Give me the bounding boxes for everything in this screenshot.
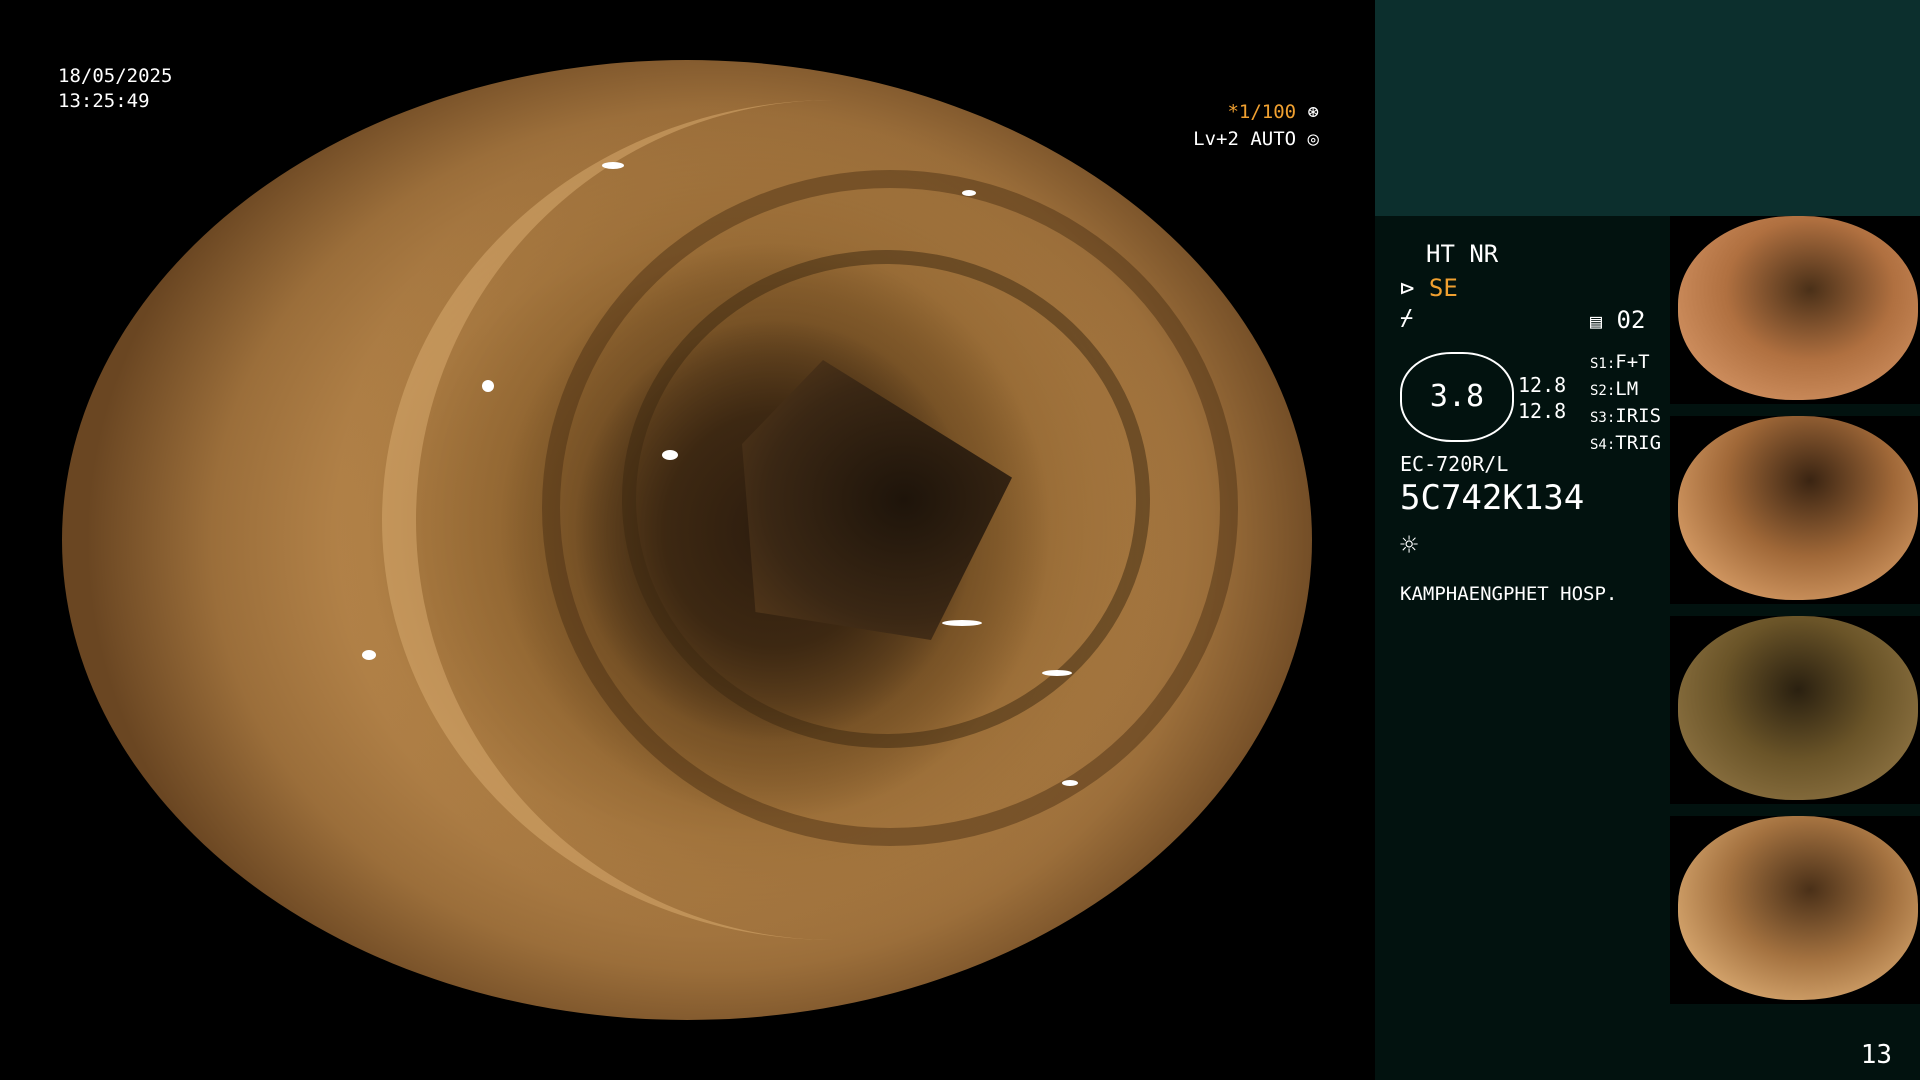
endoscope-image — [62, 60, 1312, 1020]
thumbnail[interactable] — [1670, 416, 1920, 604]
se-label: ⊳ SE — [1400, 274, 1458, 302]
sidebar-header-area — [1375, 0, 1920, 216]
time-text: 13:25:49 — [58, 90, 150, 112]
light-reflection — [482, 380, 494, 392]
scope-value-badge: 3.8 — [1400, 352, 1514, 442]
scope-serial: 5C742K134 — [1400, 478, 1585, 518]
thumbnail[interactable] — [1670, 616, 1920, 804]
auto-icon: ◎ — [1307, 128, 1319, 150]
exposure-info: *1/100 ⊛ Lv+2 AUTO ◎ — [1193, 99, 1319, 153]
light-reflection — [1062, 780, 1078, 786]
switch-list: S1:F+T S2:LM S3:IRIS S4:TRIG — [1590, 350, 1661, 458]
light-reflection — [662, 450, 678, 460]
brightness-level: Lv+2 AUTO — [1193, 128, 1297, 150]
switch-item: S4:TRIG — [1590, 432, 1662, 454]
thumbnail[interactable] — [1670, 816, 1920, 1004]
freeze-icon: ⌿ — [1400, 306, 1414, 331]
scope-model: EC-720R/L — [1400, 452, 1509, 476]
page-number: 13 — [1860, 1040, 1892, 1070]
thumbnail-strip — [1670, 216, 1920, 1016]
date-text: 18/05/2025 — [58, 65, 173, 87]
date-time: 18/05/2025 13:25:49 — [58, 64, 172, 114]
thumbnail[interactable] — [1670, 216, 1920, 404]
memory-icon: ▤ — [1590, 309, 1603, 333]
ht-nr-label: HT NR — [1426, 240, 1499, 268]
light-reflection — [962, 190, 976, 196]
shutter-speed: *1/100 — [1227, 101, 1297, 123]
hospital-name: KAMPHAENGPHET HOSP. — [1400, 583, 1618, 605]
switch-item: S2:LM — [1590, 378, 1639, 400]
scope-tip-icon: ⊳ — [1400, 274, 1415, 302]
memory-indicator: ▤ 02 — [1590, 306, 1646, 334]
endoscopy-main-view: 18/05/2025 13:25:49 *1/100 ⊛ Lv+2 AUTO ◎ — [0, 0, 1375, 1080]
light-reflection — [1042, 670, 1072, 676]
switch-item: S3:IRIS — [1590, 405, 1662, 427]
light-reflection — [242, 920, 260, 930]
param-values: 12.8 12.8 — [1518, 372, 1566, 424]
aperture-icon: ⊛ — [1307, 101, 1319, 123]
switch-item: S1:F+T — [1590, 351, 1650, 373]
light-icon: ☼ — [1400, 528, 1419, 563]
light-reflection — [362, 650, 376, 660]
param-2: 12.8 — [1518, 399, 1567, 423]
light-reflection — [942, 620, 982, 626]
light-reflection — [602, 162, 624, 169]
param-1: 12.8 — [1518, 373, 1567, 397]
